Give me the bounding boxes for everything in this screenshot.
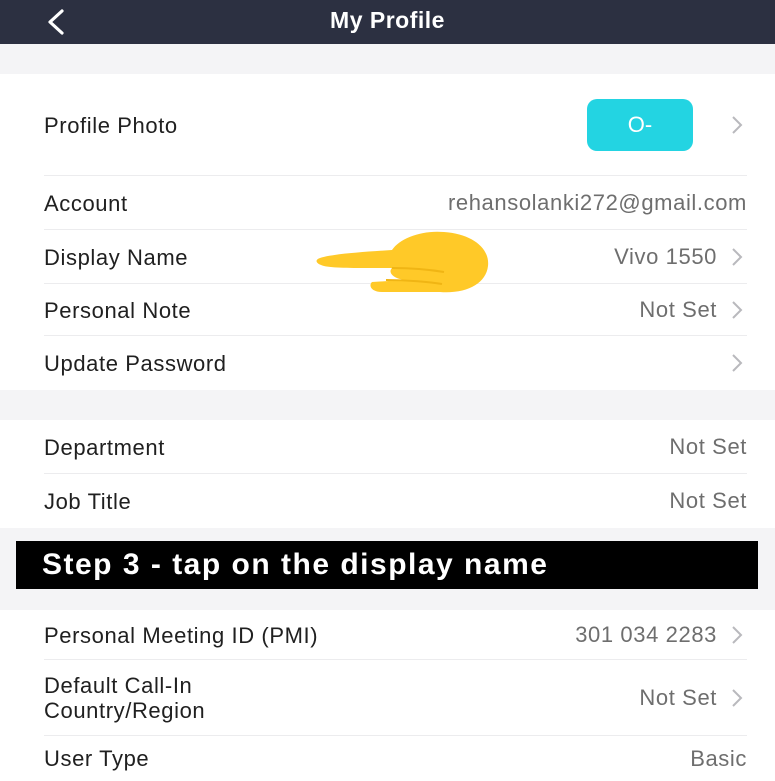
pmi-value: 301 034 2283	[575, 622, 717, 647]
instruction-banner: Step 3 - tap on the display name	[16, 541, 758, 589]
job-title-row: Job Title Not Set	[0, 474, 775, 528]
call-in-label-line1: Default Call-In	[44, 673, 193, 698]
pmi-label: Personal Meeting ID (PMI)	[44, 622, 319, 648]
user-type-value: Basic	[690, 745, 747, 771]
pointing-hand-icon	[316, 231, 489, 293]
account-label: Account	[44, 190, 128, 216]
call-in-label: Default Call-In Country/Region	[44, 673, 639, 723]
update-password-row[interactable]: Update Password	[0, 336, 775, 390]
department-label: Department	[44, 434, 165, 460]
top-bar: My Profile	[0, 0, 775, 44]
job-title-value: Not Set	[669, 488, 747, 513]
user-type-row: User Type Basic	[0, 736, 775, 781]
account-row: Account rehansolanki272@gmail.com	[0, 176, 775, 230]
user-type-label: User Type	[44, 746, 150, 771]
avatar[interactable]: O-	[587, 99, 693, 151]
account-value: rehansolanki272@gmail.com	[447, 190, 747, 215]
section-gap	[0, 390, 775, 420]
chevron-right-icon	[727, 247, 747, 267]
chevron-right-icon	[727, 115, 747, 135]
chevron-right-icon	[727, 688, 747, 708]
chevron-right-icon	[727, 300, 747, 320]
job-title-label: Job Title	[44, 488, 132, 514]
pmi-row[interactable]: Personal Meeting ID (PMI) 301 034 2283	[0, 610, 775, 660]
display-name-value: Vivo 1550	[614, 244, 717, 269]
call-in-row[interactable]: Default Call-In Country/Region Not Set	[0, 660, 775, 736]
section-gap	[0, 44, 775, 74]
department-value: Not Set	[669, 434, 747, 459]
profile-photo-label: Profile Photo	[44, 112, 178, 138]
avatar-text: O-	[627, 112, 653, 137]
department-row: Department Not Set	[0, 420, 775, 474]
call-in-value: Not Set	[639, 685, 717, 710]
profile-photo-row[interactable]: Profile Photo O-	[0, 74, 775, 176]
personal-note-label: Personal Note	[44, 297, 192, 323]
page-title: My Profile	[330, 6, 445, 33]
update-password-label: Update Password	[44, 350, 227, 376]
call-in-label-line2: Country/Region	[44, 698, 206, 723]
chevron-right-icon	[727, 625, 747, 645]
chevron-right-icon	[727, 353, 747, 373]
personal-note-value: Not Set	[639, 297, 717, 322]
